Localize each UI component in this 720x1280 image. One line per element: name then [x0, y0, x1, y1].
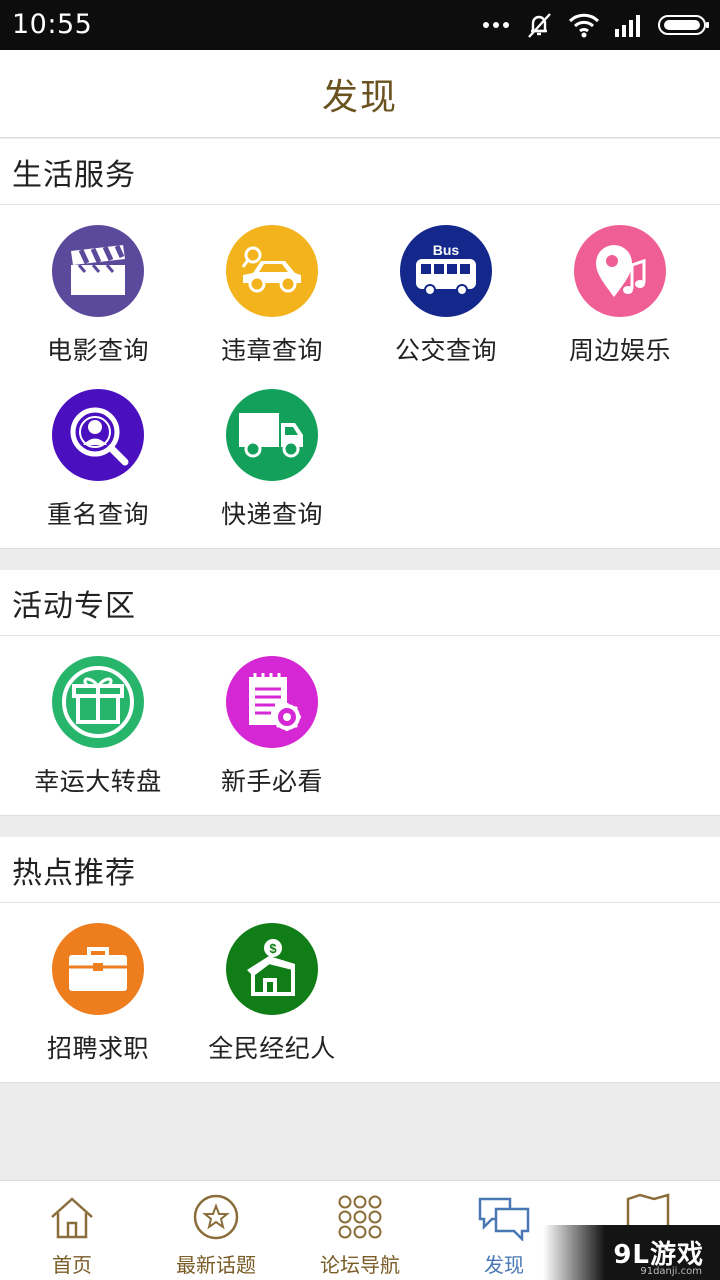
signal-icon	[615, 15, 640, 37]
section-hot-recommendations: 热点推荐 招聘求职 $ 全民经纪人	[0, 837, 720, 1083]
nav-label: 论坛导航	[320, 1253, 400, 1277]
star-circle-icon	[193, 1194, 239, 1240]
mute-icon	[528, 13, 551, 38]
watermark: 9L游戏 91danji.com	[543, 1225, 720, 1280]
section-title: 热点推荐	[0, 837, 720, 903]
status-icons	[482, 10, 710, 40]
section-title: 生活服务	[0, 139, 720, 205]
tile-jobs[interactable]: 招聘求职	[11, 903, 185, 1067]
status-bar: 10:55	[0, 0, 720, 50]
notepad-gear-icon	[249, 673, 301, 731]
tile-label: 快递查询	[220, 500, 323, 529]
title-bar: 发现	[0, 50, 720, 138]
tile-movie[interactable]: 电影查询	[11, 205, 185, 369]
grid-dots-icon	[338, 1195, 382, 1239]
tile-label: 周边娱乐	[568, 336, 671, 365]
tile-beginner-guide[interactable]: 新手必看	[185, 636, 359, 800]
home-icon	[51, 1197, 93, 1239]
jobs-circle	[52, 923, 144, 1015]
battery-icon	[658, 15, 709, 35]
nav-label: 最新话题	[176, 1253, 256, 1277]
section-activities: 活动专区 幸运大转盘 新手必看	[0, 570, 720, 816]
tile-label: 新手必看	[220, 767, 323, 796]
tile-label: 违章查询	[220, 336, 323, 365]
nav-forum-guide[interactable]: 论坛导航	[288, 1181, 432, 1280]
car-circle	[226, 225, 318, 317]
svg-text:$: $	[269, 941, 277, 956]
movie-circle	[52, 225, 144, 317]
section-title: 活动专区	[0, 570, 720, 636]
section-life-services: 生活服务 电影查询 违章查询 Bus 公交查询 周边娱乐 重名查询 快递查询	[0, 139, 720, 549]
location-music-icon	[596, 245, 646, 297]
status-time: 10:55	[12, 9, 93, 40]
gift-icon	[62, 666, 134, 738]
house-money-icon: $	[247, 939, 295, 996]
tile-entertainment[interactable]: 周边娱乐	[533, 205, 707, 369]
movie-clapper-icon	[71, 244, 125, 295]
bus-circle: Bus	[400, 225, 492, 317]
watermark-sub: 91danji.com	[640, 1266, 702, 1277]
tile-express[interactable]: 快递查询	[185, 369, 359, 533]
entertainment-circle	[574, 225, 666, 317]
tile-label: 电影查询	[46, 336, 149, 365]
more-dots-icon	[483, 22, 509, 28]
briefcase-icon	[69, 947, 127, 991]
wifi-icon	[568, 13, 600, 38]
lucky-wheel-circle	[52, 656, 144, 748]
tile-label: 公交查询	[394, 336, 497, 365]
page-title: 发现	[321, 76, 398, 118]
tile-label: 幸运大转盘	[34, 767, 162, 796]
tile-label: 招聘求职	[46, 1034, 149, 1063]
bus-icon-text: Bus	[433, 242, 460, 258]
nav-latest-topics[interactable]: 最新话题	[144, 1181, 288, 1280]
tile-agent[interactable]: $ 全民经纪人	[185, 903, 359, 1067]
tile-bus[interactable]: Bus 公交查询	[359, 205, 533, 369]
person-search-icon	[70, 407, 129, 466]
bus-icon: Bus	[416, 242, 476, 296]
tile-name-search[interactable]: 重名查询	[11, 369, 185, 533]
truck-icon	[239, 413, 303, 458]
agent-circle: $	[226, 923, 318, 1015]
beginner-guide-circle	[226, 656, 318, 748]
nav-label: 首页	[52, 1253, 92, 1277]
tile-violation[interactable]: 违章查询	[185, 205, 359, 369]
chat-bubbles-icon	[478, 1197, 530, 1241]
nav-home[interactable]: 首页	[0, 1181, 144, 1280]
tile-label: 全民经纪人	[208, 1034, 336, 1063]
express-circle	[226, 389, 318, 481]
name-search-circle	[52, 389, 144, 481]
car-icon	[241, 246, 301, 293]
tile-label: 重名查询	[46, 500, 149, 529]
tile-lucky-wheel[interactable]: 幸运大转盘	[11, 636, 185, 800]
